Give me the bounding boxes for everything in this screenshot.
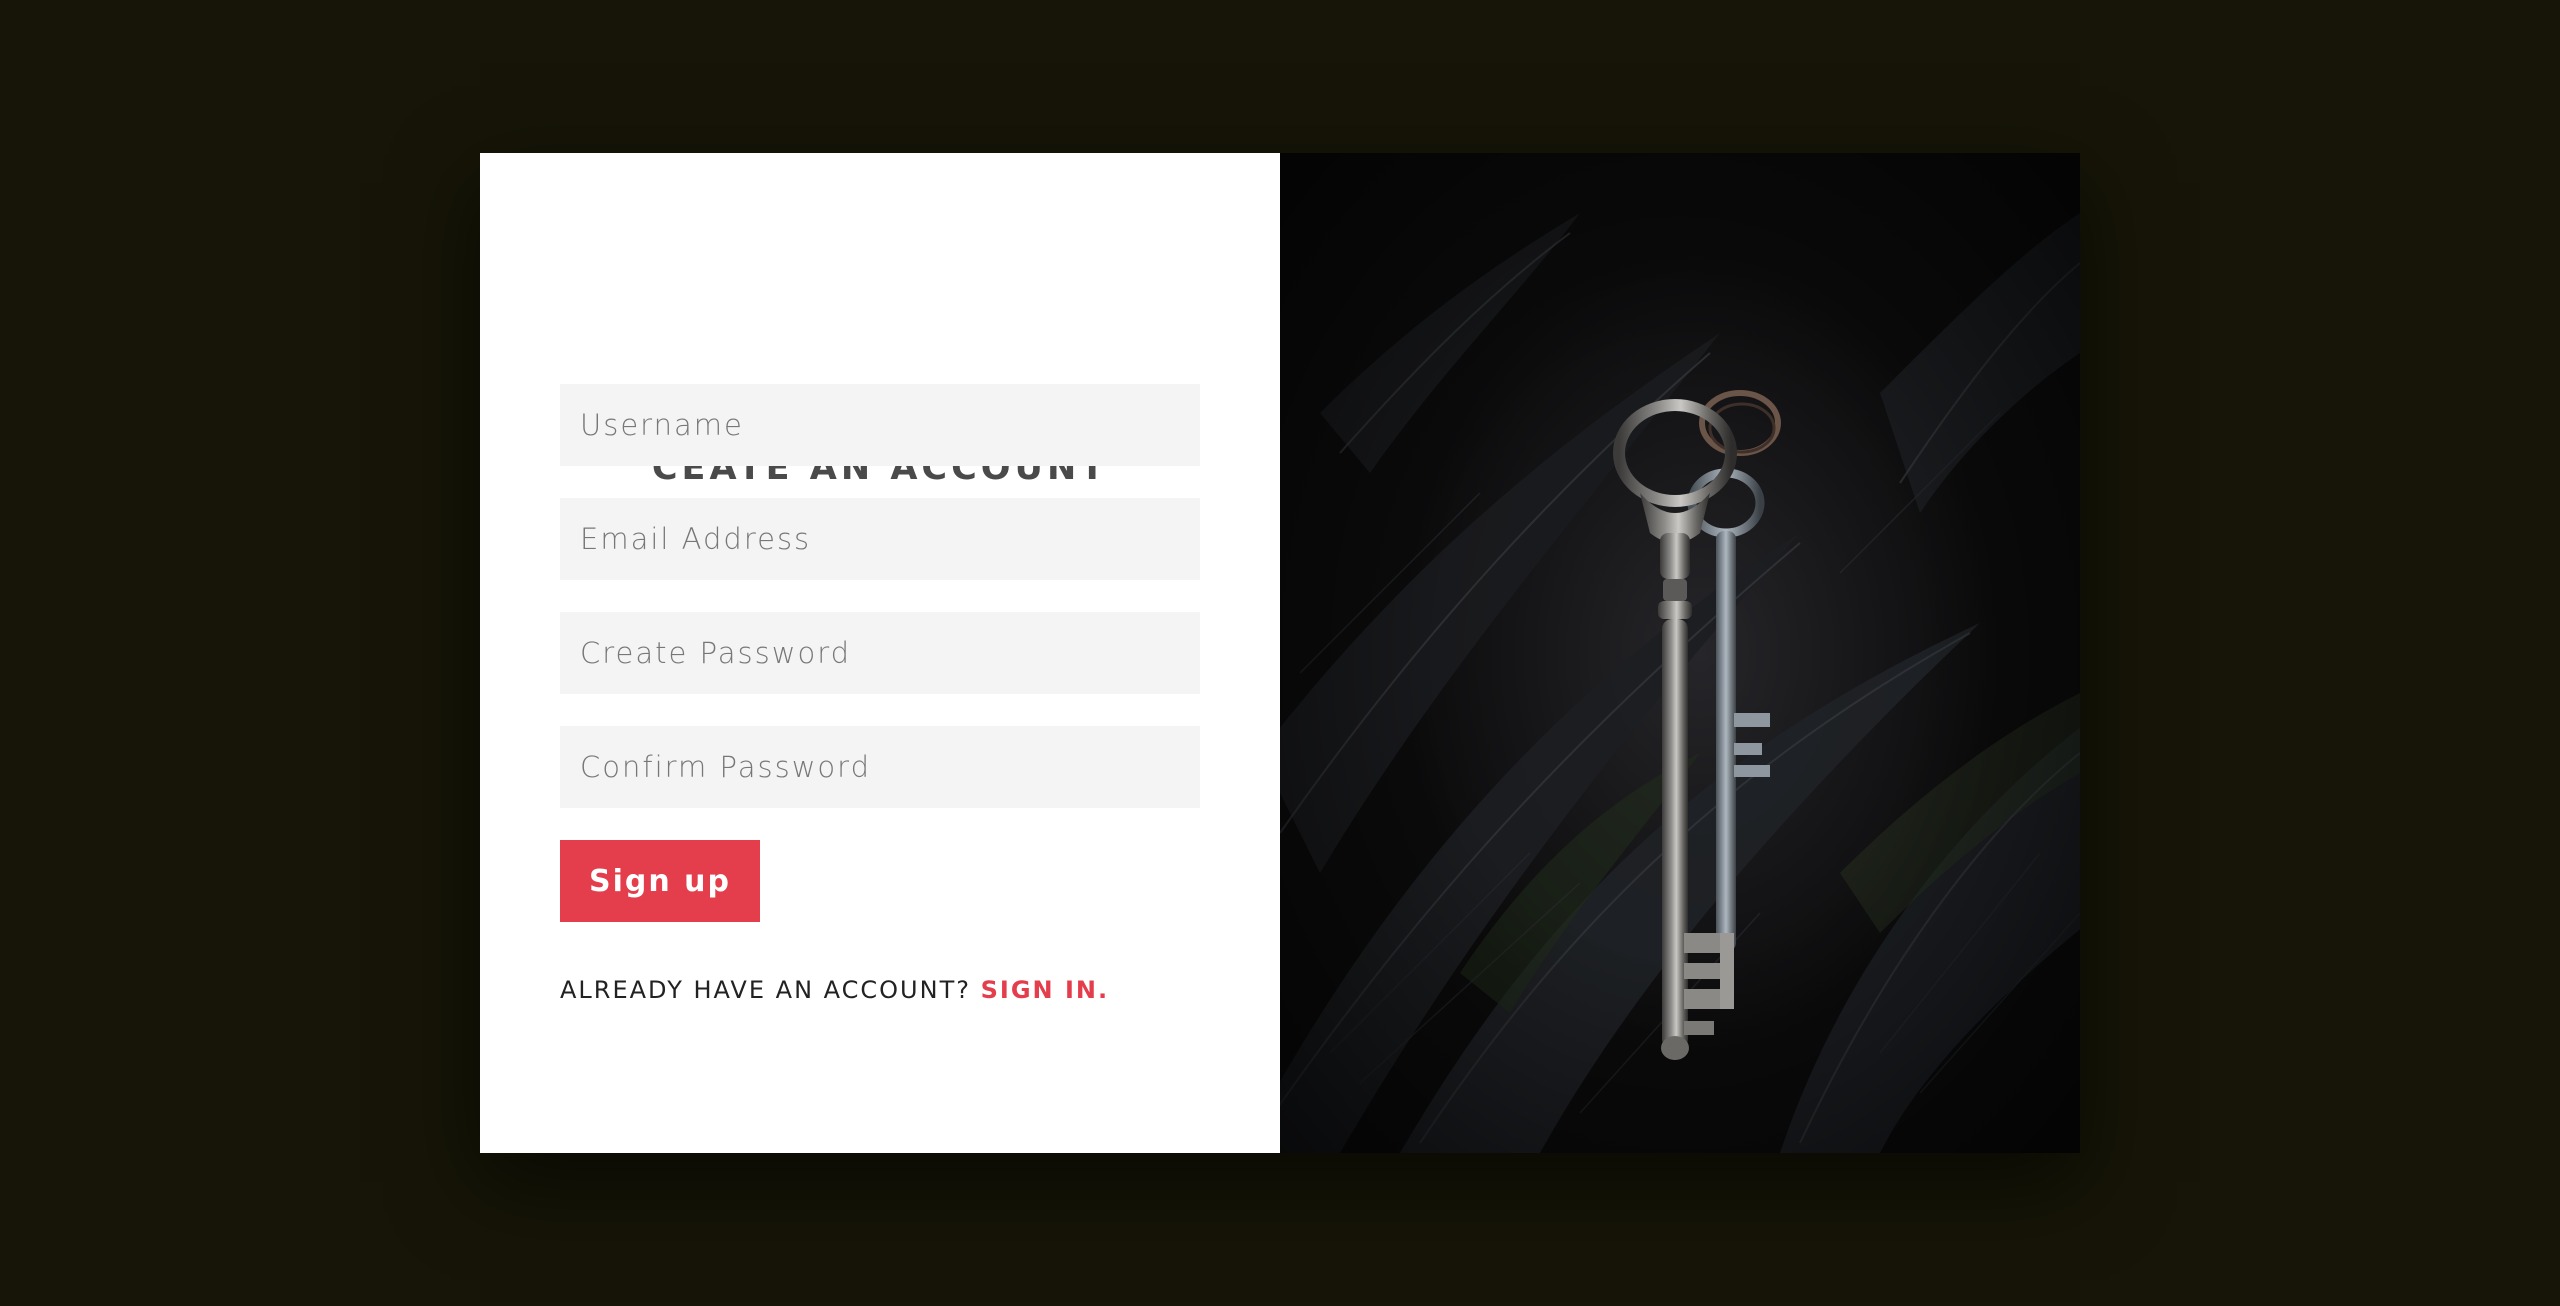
create-password-input[interactable] xyxy=(560,612,1200,694)
signup-card: CEATE AN ACCOUNT Sign up ALREADY HAVE AN… xyxy=(480,153,2080,1153)
signup-form-panel: CEATE AN ACCOUNT Sign up ALREADY HAVE AN… xyxy=(480,153,1280,1153)
username-input[interactable] xyxy=(560,384,1200,466)
signin-prompt-line: ALREADY HAVE AN ACCOUNT? SIGN IN. xyxy=(560,976,1109,1004)
signin-prompt-text: ALREADY HAVE AN ACCOUNT? xyxy=(560,976,971,1004)
confirm-password-input[interactable] xyxy=(560,726,1200,808)
keys-feathers-illustration xyxy=(1280,153,2080,1153)
signin-link[interactable]: SIGN IN. xyxy=(981,976,1110,1004)
signup-button[interactable]: Sign up xyxy=(560,840,760,922)
email-input[interactable] xyxy=(560,498,1200,580)
keys-image xyxy=(1280,153,2080,1153)
